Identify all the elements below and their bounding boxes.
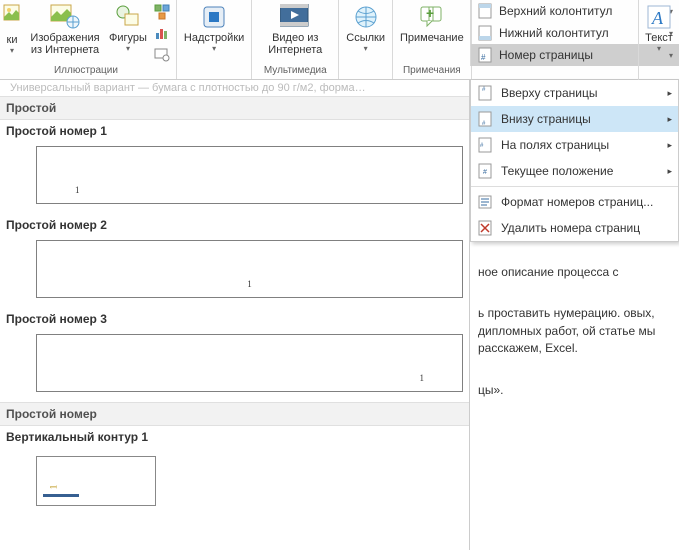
remove-icon — [477, 220, 495, 236]
footer-icon — [477, 25, 495, 41]
thumb-simple-1: 1 — [36, 146, 463, 204]
shapes-icon — [115, 4, 141, 30]
doc-line-2: ь проставить нумерацию. овых, дипломных … — [478, 305, 678, 357]
svg-text:#: # — [481, 53, 486, 62]
gallery-option-1[interactable]: Простой номер 1 1 — [0, 120, 469, 214]
header-icon — [477, 3, 495, 19]
page-margins-icon: # — [477, 137, 495, 153]
thumb-vertical-contour-1: 1 — [36, 456, 156, 506]
gallery-option-3[interactable]: Простой номер 3 1 — [0, 308, 469, 402]
text-group: A Текст ▾ — [638, 0, 679, 80]
smartart-icon — [154, 4, 170, 20]
format-icon — [477, 194, 495, 210]
gallery-category-plain-number: Простой номер — [0, 402, 469, 426]
shapes-button[interactable]: Фигуры ▾ — [106, 0, 150, 55]
svg-text:+: + — [426, 5, 434, 21]
online-pictures-button[interactable]: Изображения из Интернета — [26, 0, 104, 58]
doc-line-3: цы». — [478, 382, 678, 399]
page-number-gallery: Универсальный вариант — бумага с плотнос… — [0, 80, 470, 550]
comment-button[interactable]: + Примечание — [397, 0, 467, 46]
online-video-icon — [280, 4, 310, 30]
links-icon — [353, 4, 379, 30]
chart-icon — [154, 25, 170, 41]
pn-top-of-page[interactable]: # Вверху страницы ▸ — [471, 80, 678, 106]
links-button[interactable]: Ссылки ▾ — [343, 0, 388, 55]
svg-text:A: A — [651, 8, 664, 28]
pictures-icon — [3, 4, 21, 32]
gallery-option-vc1[interactable]: Вертикальный контур 1 1 — [0, 426, 469, 518]
doc-truncated-line: Универсальный вариант — бумага с плотнос… — [0, 80, 469, 96]
page-bottom-icon: # — [477, 111, 495, 127]
pn-remove[interactable]: Удалить номера страниц — [471, 215, 678, 241]
chart-button[interactable] — [153, 24, 171, 42]
pn-format[interactable]: Формат номеров страниц... — [471, 189, 678, 215]
pn-page-margins[interactable]: # На полях страницы ▸ — [471, 132, 678, 158]
vc-accent-bar — [43, 494, 79, 497]
current-position-icon: # — [477, 163, 495, 179]
doc-line-1: ное описание процесса с — [478, 264, 678, 281]
screenshot-button[interactable] — [153, 45, 171, 63]
addins-icon — [201, 4, 227, 30]
online-video-button[interactable]: Видео из Интернета — [256, 0, 334, 58]
addins-button[interactable]: Надстройки ▾ — [181, 0, 247, 55]
page-number-menu: # Вверху страницы ▸ # Внизу страницы ▸ #… — [470, 80, 679, 242]
smartart-button[interactable] — [153, 3, 171, 21]
gallery-option-2[interactable]: Простой номер 2 1 — [0, 214, 469, 308]
pictures-button[interactable]: ки ▾ — [0, 0, 24, 57]
page-top-icon: # — [477, 85, 495, 101]
document-body-peek: ное описание процесса с ь проставить нум… — [478, 240, 678, 423]
online-pictures-icon — [50, 4, 80, 30]
text-icon: A — [646, 4, 672, 30]
thumb-simple-3: 1 — [36, 334, 463, 392]
svg-text:#: # — [483, 169, 487, 176]
pn-bottom-of-page[interactable]: # Внизу страницы ▸ — [471, 106, 678, 132]
page-number-icon: # — [477, 47, 495, 63]
text-button[interactable]: A Текст ▾ — [639, 0, 679, 55]
pn-current-position[interactable]: # Текущее положение ▸ — [471, 158, 678, 184]
comment-icon: + — [419, 4, 445, 30]
illustrations-caption: Иллюстрации — [54, 65, 118, 77]
gallery-category-simple: Простой — [0, 96, 469, 120]
thumb-simple-2: 1 — [36, 240, 463, 298]
screenshot-icon — [154, 46, 170, 62]
menu-separator — [471, 186, 678, 187]
multimedia-caption: Мультимедиа — [264, 65, 327, 77]
comments-caption: Примечания — [403, 65, 461, 77]
